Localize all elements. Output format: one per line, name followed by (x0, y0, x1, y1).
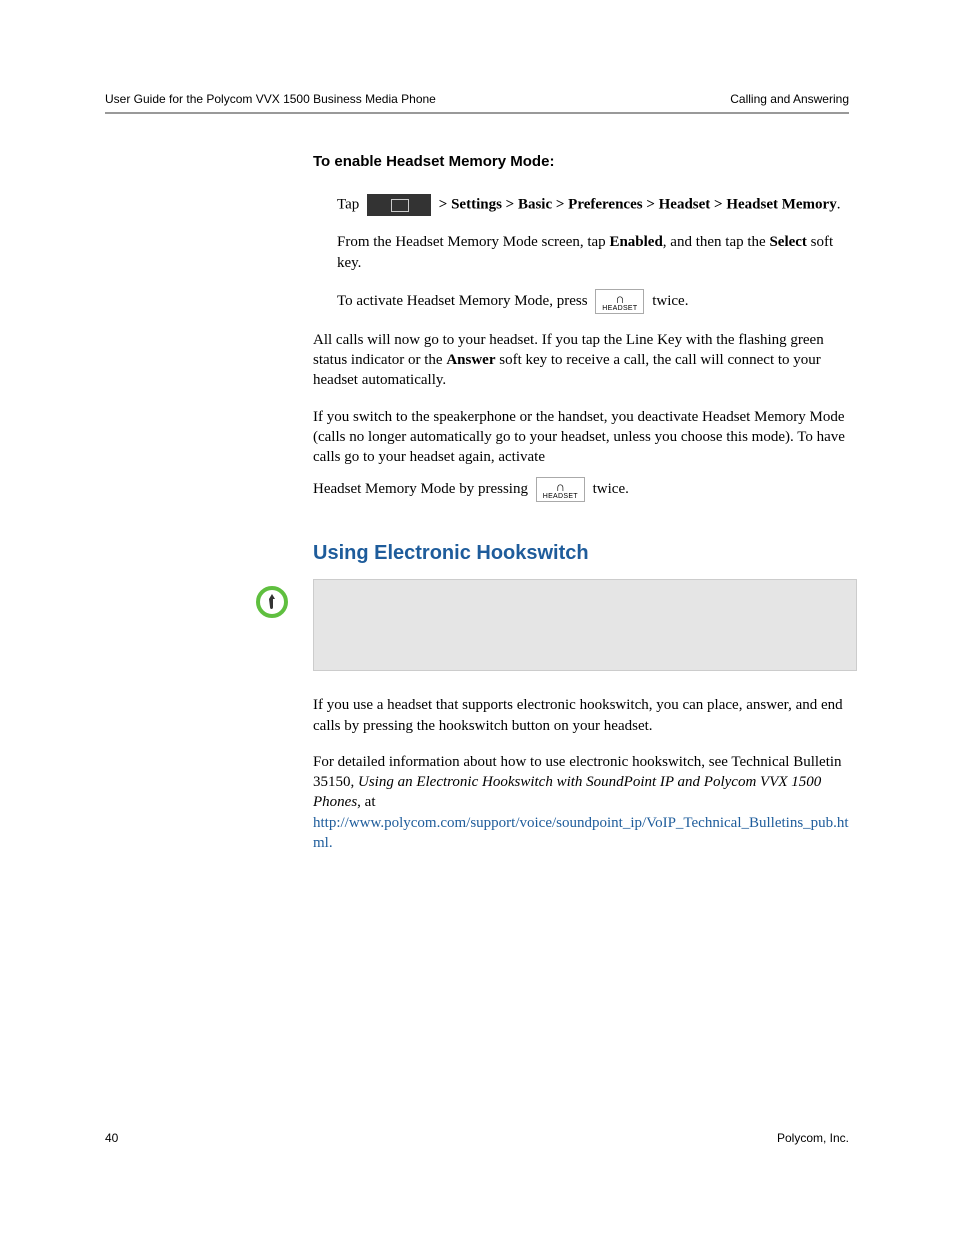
period: . (837, 197, 841, 213)
technical-bulletin-link[interactable]: http://www.polycom.com/support/voice/sou… (313, 815, 849, 851)
callout-row (105, 579, 853, 671)
header-right: Calling and Answering (730, 92, 849, 106)
page-footer: 40 Polycom, Inc. (105, 1131, 849, 1145)
page-number: 40 (105, 1131, 118, 1145)
headset-icon: ∩ (543, 480, 578, 493)
paragraph-all-calls: All calls will now go to your headset. I… (313, 330, 853, 391)
headset-icon: ∩ (602, 292, 637, 305)
company-name: Polycom, Inc. (777, 1131, 849, 1145)
menu-icon (367, 194, 431, 216)
page-header: User Guide for the Polycom VVX 1500 Busi… (105, 92, 849, 114)
paragraph-reactivate: Headset Memory Mode by pressing ∩ HEADSE… (313, 477, 853, 502)
paragraph-hookswitch-intro: If you use a headset that supports elect… (313, 695, 853, 736)
header-left: User Guide for the Polycom VVX 1500 Busi… (105, 92, 436, 106)
tip-icon (255, 585, 289, 619)
tap-label: Tap (337, 197, 359, 213)
instruction-activate: To activate Headset Memory Mode, press ∩… (337, 289, 853, 314)
paragraph-hookswitch-detail: For detailed information about how to us… (313, 752, 853, 853)
nav-path: > Settings > Basic > Preferences > Heads… (439, 197, 837, 213)
headset-button-icon: ∩ HEADSET (595, 289, 644, 314)
section-title-enable-headset: To enable Headset Memory Mode: (313, 152, 853, 172)
headset-button-icon: ∩ HEADSET (536, 477, 585, 502)
callout-box (313, 579, 857, 671)
instruction-tap-path: Tap > Settings > Basic > Preferences > H… (337, 194, 853, 216)
paragraph-deactivate: If you switch to the speakerphone or the… (313, 407, 853, 468)
instruction-enable: From the Headset Memory Mode screen, tap… (337, 232, 853, 273)
section-title-hookswitch: Using Electronic Hookswitch (313, 540, 853, 567)
